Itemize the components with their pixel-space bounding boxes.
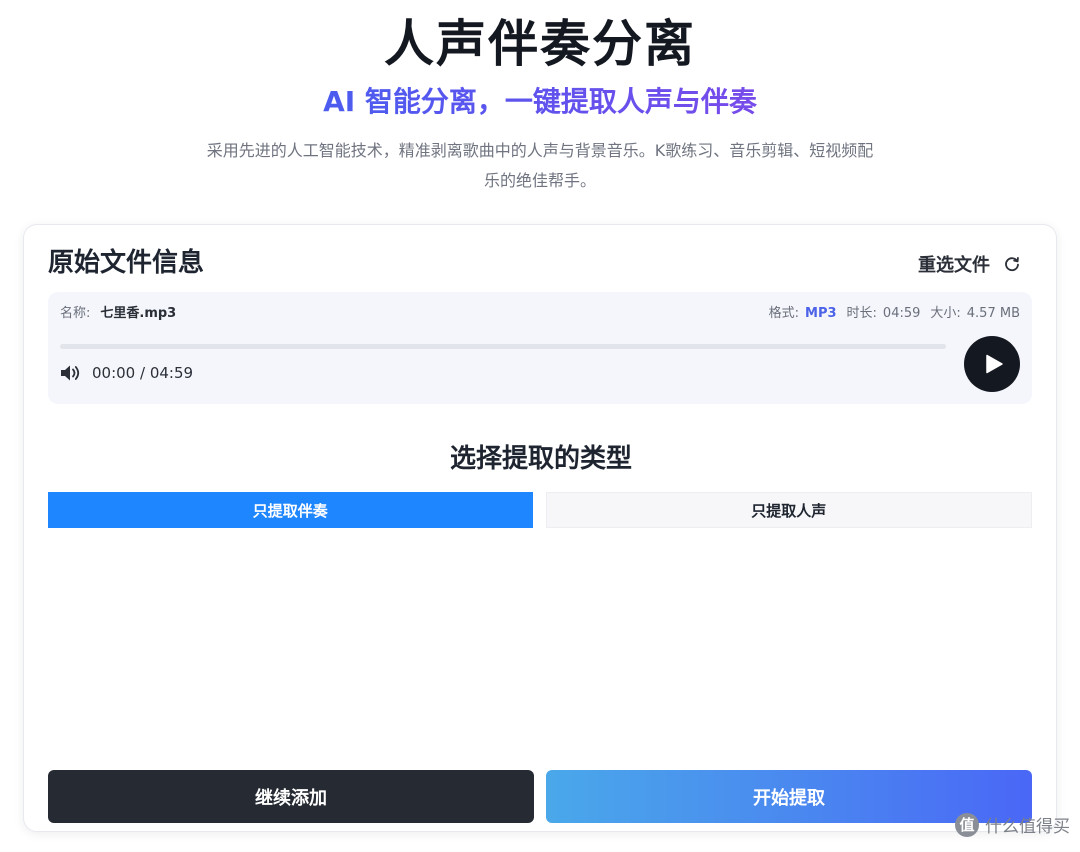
action-bar: 继续添加 开始提取 [48,770,1032,823]
duration-label: 时长: [846,306,877,321]
page-subtitle: AI 智能分离，一键提取人声与伴奏 [0,82,1080,122]
page-title: 人声伴奏分离 [384,15,696,73]
file-name-row: 名称: 七里香.mp3 [60,305,176,323]
reselect-file-label: 重选文件 [918,255,990,276]
file-name-label: 名称: [60,306,91,321]
reselect-file-button[interactable]: 重选文件 [918,251,1020,277]
volume-icon[interactable] [60,364,82,382]
main-card: 原始文件信息 重选文件 名称: 七里香.mp3 格式: MP3 时长: 04:5… [23,224,1057,832]
tab-extract-accompaniment[interactable]: 只提取伴奏 [48,492,533,528]
watermark: 值 什么值得买 [955,812,1070,837]
extract-type-title: 选择提取的类型 [449,444,632,474]
tab-extract-vocals[interactable]: 只提取人声 [545,492,1032,528]
watermark-text: 什么值得买 [985,817,1070,837]
file-meta-row: 格式: MP3 时长: 04:59 大小: 4.57 MB [769,305,1020,323]
audio-player: 名称: 七里香.mp3 格式: MP3 时长: 04:59 大小: 4.57 M… [48,292,1032,404]
file-name-value: 七里香.mp3 [100,306,177,321]
watermark-badge: 值 [955,812,979,837]
time-readout: 00:00 / 04:59 [92,364,194,382]
size-value: 4.57 MB [966,306,1020,321]
file-info-title: 原始文件信息 [48,248,205,278]
play-button[interactable] [964,336,1020,392]
refresh-icon [1005,257,1019,272]
play-icon [986,354,1003,374]
extract-type-tabs: 只提取伴奏 只提取人声 [48,492,1032,528]
progress-bar[interactable] [60,344,946,349]
continue-add-button[interactable]: 继续添加 [48,770,534,823]
size-label: 大小: [930,306,961,321]
format-label: 格式: [768,306,800,321]
page-description: 采用先进的人工智能技术，精准剥离歌曲中的人声与背景音乐。K歌练习、音乐剪辑、短视… [206,141,874,190]
duration-value: 04:59 [882,306,921,321]
format-value: MP3 [805,306,837,321]
page: 人声伴奏分离 AI 智能分离，一键提取人声与伴奏 采用先进的人工智能技术，精准剥… [0,0,1080,852]
